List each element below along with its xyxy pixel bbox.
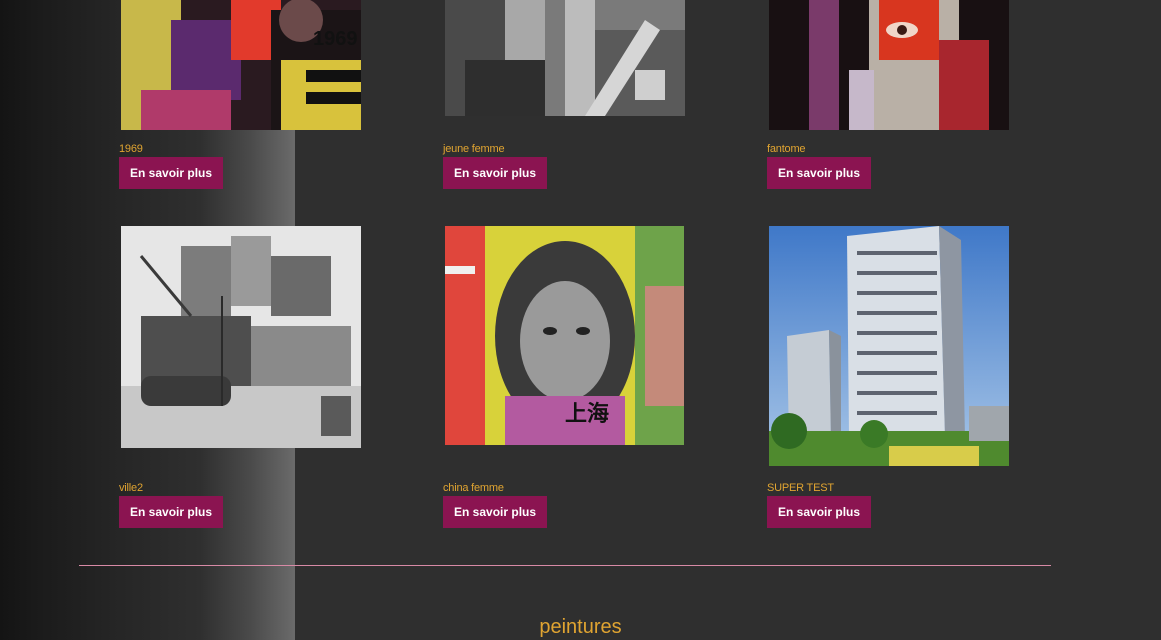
artwork-caption: jeune femme	[443, 143, 505, 155]
artwork-image-china-femme[interactable]: 上海	[445, 226, 684, 445]
gallery-grid: 1969 1969 En savoir plus jeune femme En …	[0, 0, 1161, 640]
artwork-image-ville2[interactable]	[121, 226, 361, 448]
artwork-image-1969[interactable]: 1969	[121, 0, 361, 130]
learn-more-button[interactable]: En savoir plus	[119, 157, 224, 189]
artwork-caption: fantome	[767, 143, 806, 155]
artwork-caption: china femme	[443, 482, 504, 494]
learn-more-button[interactable]: En savoir plus	[119, 496, 224, 528]
artwork-caption: 1969	[119, 143, 143, 155]
section-heading-peintures: peintures	[539, 616, 622, 638]
learn-more-button[interactable]: En savoir plus	[767, 496, 872, 528]
artwork-image-super-test[interactable]	[769, 226, 1009, 466]
learn-more-button[interactable]: En savoir plus	[767, 157, 872, 189]
section-divider	[79, 565, 1051, 566]
learn-more-button[interactable]: En savoir plus	[443, 496, 548, 528]
learn-more-button[interactable]: En savoir plus	[443, 157, 548, 189]
svg-text:1969: 1969	[313, 28, 358, 50]
artwork-image-jeune-femme[interactable]	[445, 0, 685, 116]
artwork-caption: ville2	[119, 482, 143, 494]
svg-text:上海: 上海	[565, 401, 609, 427]
artwork-caption: SUPER TEST	[767, 482, 834, 494]
artwork-image-fantome[interactable]	[769, 0, 1009, 130]
